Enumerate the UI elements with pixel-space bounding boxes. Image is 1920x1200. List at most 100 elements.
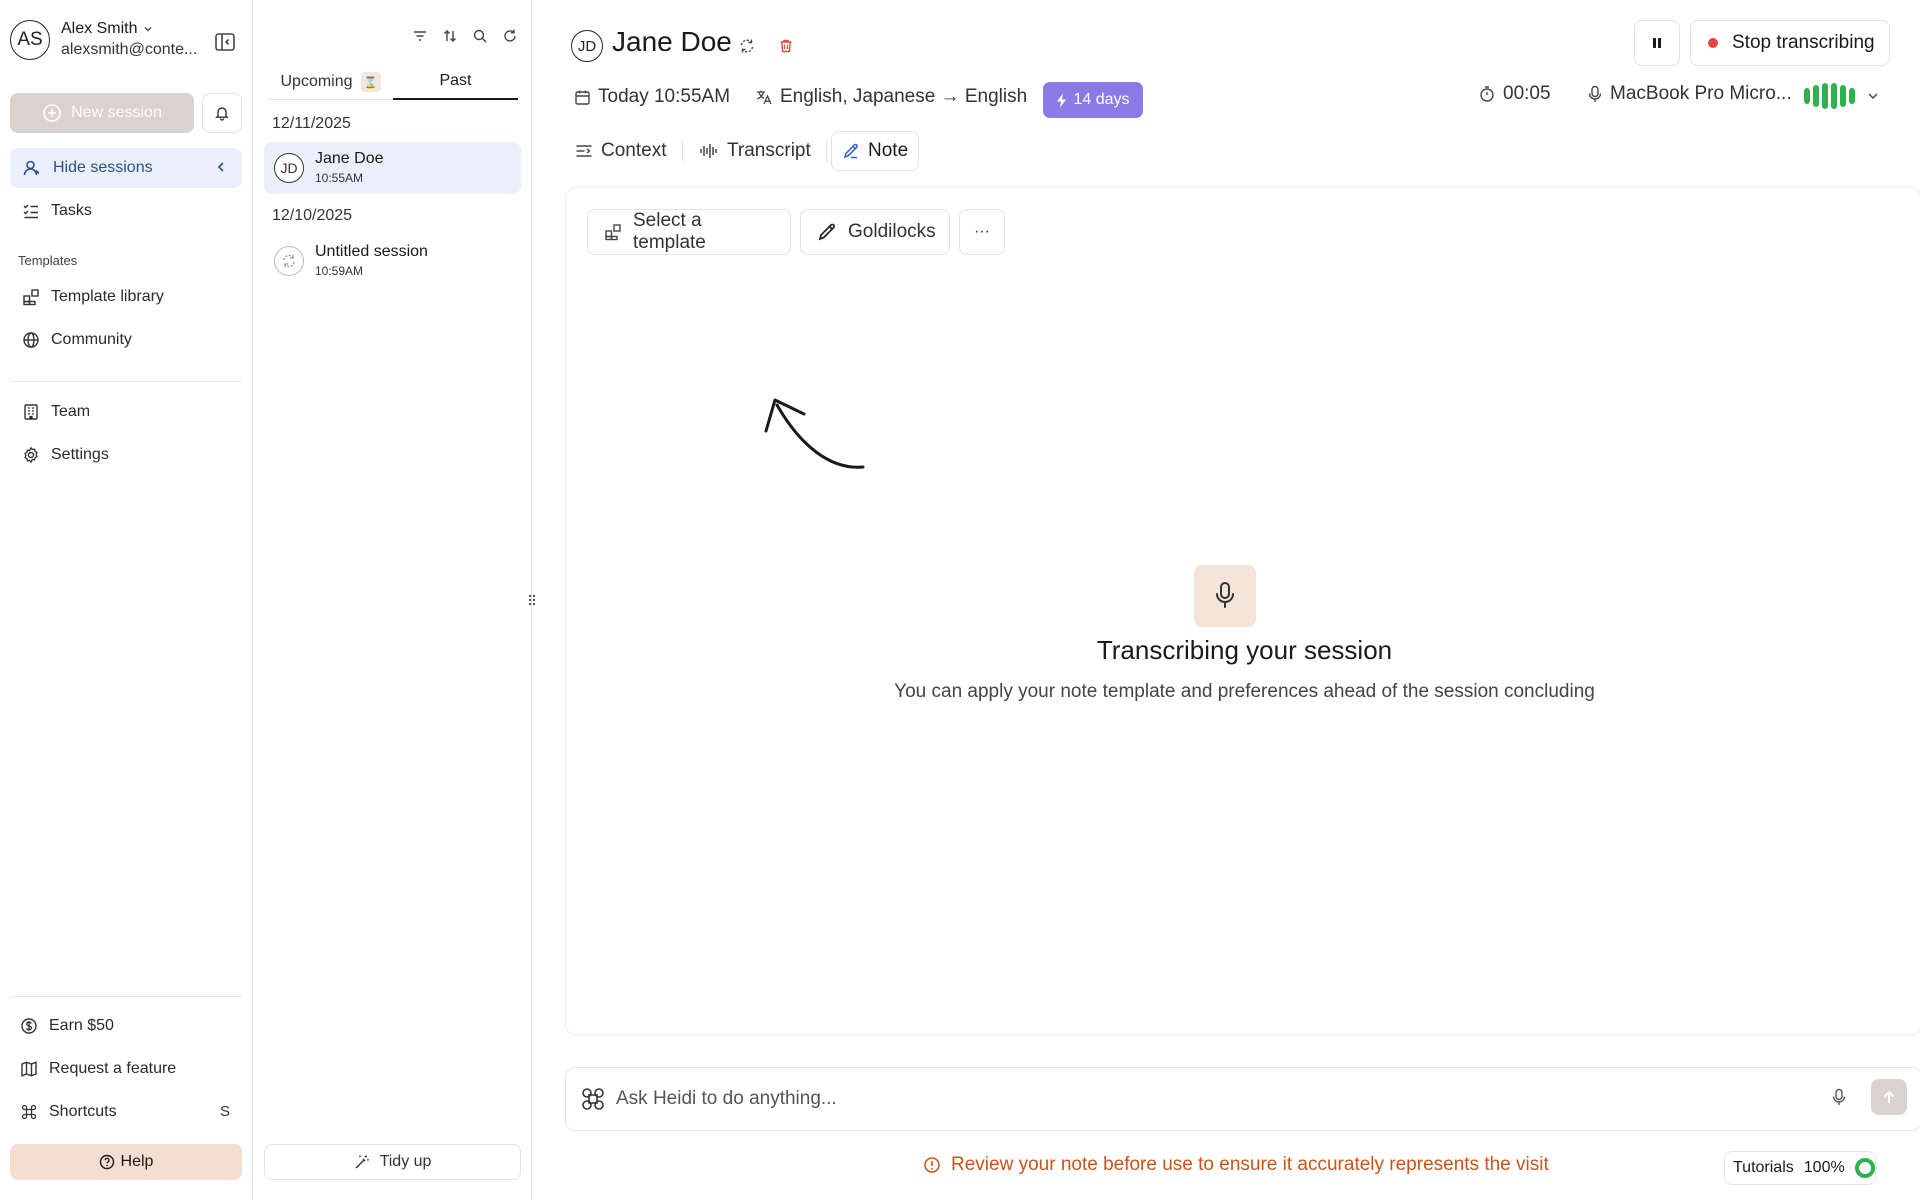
tab-past[interactable]: Past — [393, 64, 518, 100]
globe-icon — [22, 331, 40, 349]
sidebar-item-template-library[interactable]: Template library — [10, 277, 242, 317]
command-icon — [20, 1103, 38, 1121]
trial-days-label: 14 days — [1073, 91, 1130, 108]
sync-icon[interactable] — [737, 36, 757, 56]
tab-separator — [682, 140, 683, 162]
building-icon — [22, 403, 40, 421]
session-item-untitled[interactable]: Untitled session 10:59AM — [264, 235, 521, 287]
tab-note-label: Note — [868, 140, 909, 161]
help-label: Help — [120, 1153, 154, 1170]
tab-note[interactable]: Note — [831, 131, 919, 171]
session-date[interactable]: Today 10:55AM — [574, 86, 730, 108]
note-card: Select a template Goldilocks ··· Transcr… — [565, 187, 1920, 1036]
ask-heidi-bar[interactable]: Ask Heidi to do anything... — [565, 1067, 1920, 1131]
sidebar-item-shortcuts[interactable]: Shortcuts S — [10, 1092, 242, 1132]
arrow-pointer-illustration — [760, 375, 880, 475]
chevron-down-icon[interactable] — [1865, 88, 1881, 104]
sessions-toolbar — [405, 26, 525, 46]
tab-transcript-label: Transcript — [727, 140, 811, 161]
microphone-selector[interactable]: MacBook Pro Micro... — [1587, 83, 1792, 105]
tidy-up-label: Tidy up — [379, 1153, 432, 1170]
language-selector[interactable]: English, Japanese → English — [755, 86, 1027, 108]
microphone-icon — [1587, 85, 1603, 103]
alert-circle-icon — [923, 1156, 941, 1174]
template-library-icon — [22, 288, 40, 306]
filter-icon[interactable] — [405, 26, 435, 46]
microphone-icon[interactable] — [1829, 1087, 1849, 1107]
session-group-date: 12/10/2025 — [272, 207, 353, 224]
timer-icon — [1478, 85, 1496, 103]
chevron-left-icon — [214, 160, 228, 174]
new-session-button[interactable]: New session — [10, 93, 194, 133]
select-template-button[interactable]: Select a template — [587, 209, 791, 255]
tab-context[interactable]: Context — [565, 131, 676, 171]
more-options-button[interactable]: ··· — [959, 209, 1005, 255]
help-circle-icon — [99, 1154, 115, 1170]
refresh-icon[interactable] — [495, 26, 525, 46]
send-button[interactable] — [1871, 1079, 1907, 1115]
tab-transcript[interactable]: Transcript — [689, 131, 821, 171]
patient-name[interactable]: Jane Doe — [612, 26, 732, 58]
user-icon — [22, 158, 42, 178]
session-group-date: 12/11/2025 — [272, 115, 351, 132]
ask-heidi-input[interactable]: Ask Heidi to do anything... — [616, 1088, 837, 1110]
sidebar-item-earn[interactable]: Earn $50 — [10, 1006, 242, 1046]
session-date-label: Today 10:55AM — [598, 86, 731, 107]
hide-sessions-button[interactable]: Hide sessions — [10, 148, 242, 188]
new-session-label: New session — [71, 104, 162, 121]
session-timer: 00:05 — [1478, 83, 1551, 105]
tasks-icon — [22, 202, 40, 220]
review-disclaimer: Review your note before use to ensure it… — [923, 1154, 1549, 1176]
help-button[interactable]: Help — [10, 1144, 242, 1180]
user-menu[interactable]: Alex Smith — [61, 20, 154, 38]
review-disclaimer-text: Review your note before use to ensure it… — [951, 1154, 1549, 1175]
community-label: Community — [51, 331, 132, 348]
left-sidebar: AS Alex Smith alexsmith@conte... New ses… — [0, 0, 253, 1200]
sidebar-item-tasks[interactable]: Tasks — [10, 191, 242, 231]
session-title: Untitled session — [315, 243, 428, 260]
sidebar-divider — [10, 381, 242, 382]
sidebar-item-team[interactable]: Team — [10, 392, 242, 432]
sidebar-bottom-divider — [10, 996, 242, 997]
sidebar-toggle-icon[interactable] — [213, 30, 237, 54]
gear-icon — [22, 446, 40, 464]
sessions-panel: Upcoming ⌛ Past 12/11/2025 JD Jane Doe 1… — [254, 0, 532, 1200]
pause-button[interactable] — [1634, 20, 1680, 66]
lightning-icon — [1056, 93, 1068, 108]
trash-icon[interactable] — [776, 36, 796, 56]
session-time: 10:55AM — [315, 171, 364, 185]
tidy-up-button[interactable]: Tidy up — [264, 1144, 521, 1180]
settings-label: Settings — [51, 446, 109, 463]
stop-transcribing-button[interactable]: Stop transcribing — [1690, 20, 1890, 66]
notifications-button[interactable] — [202, 93, 242, 133]
shortcuts-label: Shortcuts — [49, 1103, 117, 1120]
select-template-label: Select a template — [633, 210, 706, 253]
trial-days-badge[interactable]: 14 days — [1043, 82, 1143, 118]
sidebar-item-community[interactable]: Community — [10, 320, 242, 360]
sort-icon[interactable] — [435, 26, 465, 46]
sidebar-item-settings[interactable]: Settings — [10, 435, 242, 475]
tutorials-button[interactable]: Tutorials 100% — [1724, 1151, 1876, 1185]
microphone-icon — [1214, 581, 1236, 611]
audio-level-meter — [1804, 83, 1855, 109]
hide-sessions-label: Hide sessions — [53, 159, 153, 176]
session-item-jane-doe[interactable]: JD Jane Doe 10:55AM — [264, 142, 521, 194]
stop-transcribing-label: Stop transcribing — [1732, 32, 1875, 53]
session-time: 10:59AM — [315, 264, 364, 278]
tab-upcoming-label: Upcoming — [280, 73, 353, 90]
tab-context-label: Context — [601, 140, 667, 161]
goldilocks-button[interactable]: Goldilocks — [800, 209, 950, 255]
tab-upcoming[interactable]: Upcoming ⌛ — [268, 64, 393, 100]
request-feature-label: Request a feature — [49, 1060, 177, 1077]
bell-icon — [214, 105, 230, 121]
sidebar-item-request-feature[interactable]: Request a feature — [10, 1049, 242, 1089]
magic-wand-icon — [354, 1154, 370, 1170]
chevron-down-icon — [142, 23, 154, 35]
session-avatar: JD — [274, 153, 304, 183]
tutorials-label: Tutorials — [1733, 1159, 1794, 1176]
main-area: JD Jane Doe Stop transcribing Today 10:5… — [533, 0, 1920, 1200]
search-icon[interactable] — [465, 26, 495, 46]
template-library-label: Template library — [51, 288, 164, 305]
user-avatar[interactable]: AS — [10, 20, 50, 60]
map-icon — [20, 1060, 38, 1078]
